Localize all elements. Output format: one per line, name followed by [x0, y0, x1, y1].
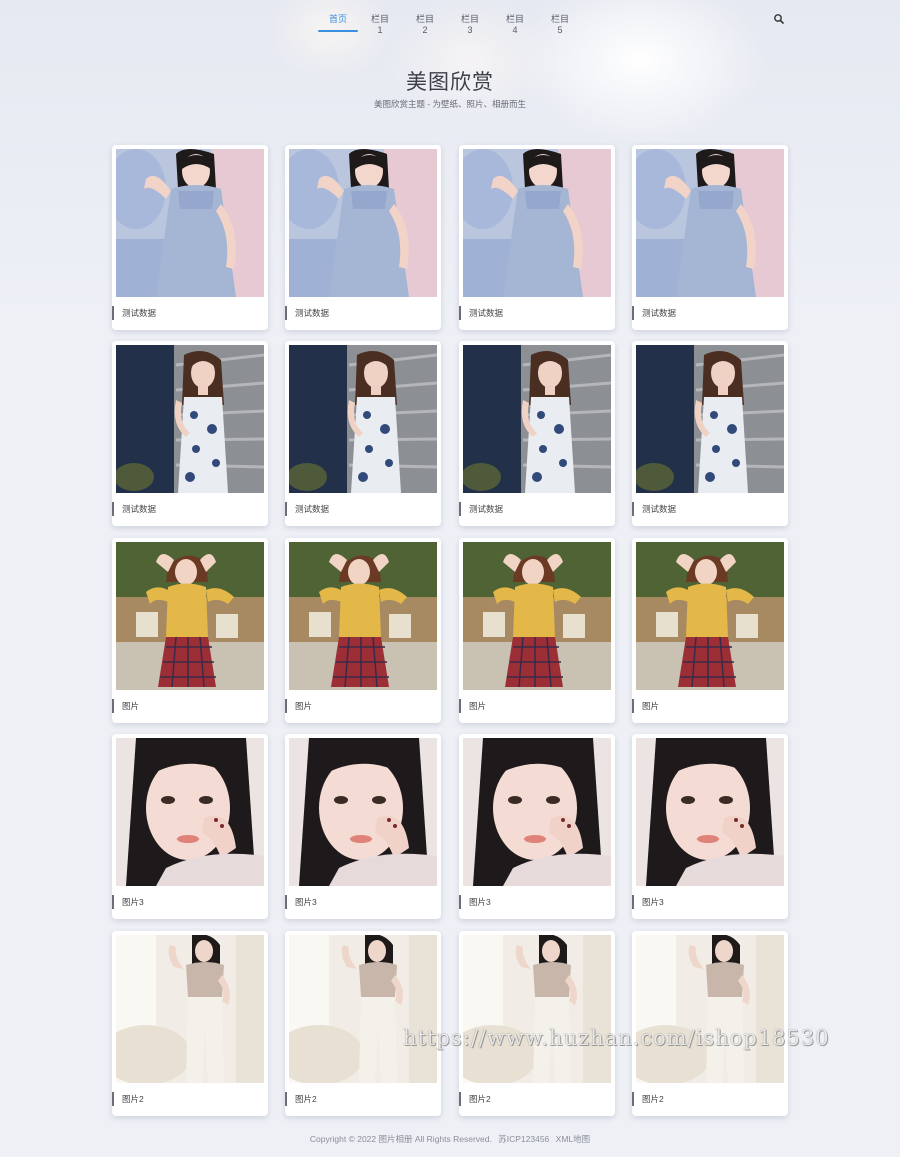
- top-navigation: 首页 栏目1 栏目2 栏目3 栏目4 栏目5: [0, 0, 900, 36]
- photo-caption[interactable]: 测试数据: [459, 502, 615, 516]
- photo-thumbnail[interactable]: [116, 738, 264, 886]
- search-icon: [774, 14, 784, 24]
- photo-thumbnail[interactable]: [116, 149, 264, 297]
- photo-thumbnail[interactable]: [636, 935, 784, 1083]
- photo-card[interactable]: 测试数据: [285, 341, 441, 526]
- photo-card[interactable]: 图片2: [632, 931, 788, 1116]
- photo-thumbnail[interactable]: [463, 738, 611, 886]
- photo-caption[interactable]: 图片: [112, 699, 268, 713]
- photo-thumbnail[interactable]: [289, 935, 437, 1083]
- footer-icp-link[interactable]: 苏ICP123456: [498, 1134, 549, 1144]
- photo-card[interactable]: 测试数据: [459, 341, 615, 526]
- photo-card[interactable]: 测试数据: [632, 145, 788, 330]
- photo-card[interactable]: 测试数据: [285, 145, 441, 330]
- photo-caption[interactable]: 图片3: [459, 895, 615, 909]
- photo-thumbnail[interactable]: [116, 542, 264, 690]
- photo-card[interactable]: 测试数据: [632, 341, 788, 526]
- photo-caption[interactable]: 测试数据: [632, 502, 788, 516]
- photo-thumbnail[interactable]: [289, 149, 437, 297]
- photo-thumbnail[interactable]: [636, 149, 784, 297]
- photo-thumbnail[interactable]: [463, 345, 611, 493]
- photo-caption[interactable]: 图片3: [285, 895, 441, 909]
- photo-caption[interactable]: 测试数据: [459, 306, 615, 320]
- photo-thumbnail[interactable]: [289, 345, 437, 493]
- photo-caption[interactable]: 测试数据: [285, 502, 441, 516]
- photo-caption[interactable]: 测试数据: [112, 502, 268, 516]
- photo-card[interactable]: 图片3: [285, 734, 441, 919]
- photo-thumbnail[interactable]: [116, 935, 264, 1083]
- photo-caption[interactable]: 图片2: [112, 1092, 268, 1106]
- photo-card[interactable]: 图片3: [632, 734, 788, 919]
- photo-caption[interactable]: 图片: [459, 699, 615, 713]
- photo-caption[interactable]: 图片2: [459, 1092, 615, 1106]
- photo-thumbnail[interactable]: [636, 738, 784, 886]
- photo-card[interactable]: 图片2: [285, 931, 441, 1116]
- photo-caption[interactable]: 测试数据: [112, 306, 268, 320]
- photo-card[interactable]: 图片2: [112, 931, 268, 1116]
- photo-thumbnail[interactable]: [463, 149, 611, 297]
- photo-card[interactable]: 图片3: [112, 734, 268, 919]
- photo-card[interactable]: 图片: [112, 538, 268, 723]
- photo-caption[interactable]: 测试数据: [632, 306, 788, 320]
- photo-card[interactable]: 测试数据: [459, 145, 615, 330]
- footer-copyright: Copyright © 2022 图片相册 All Rights Reserve…: [309, 1134, 492, 1144]
- photo-thumbnail[interactable]: [636, 345, 784, 493]
- nav-item-column3[interactable]: 栏目3: [459, 12, 481, 35]
- photo-caption[interactable]: 图片: [285, 699, 441, 713]
- watermark: https://www.huzhan.com/ishop18530: [403, 1026, 830, 1050]
- photo-thumbnail[interactable]: [636, 542, 784, 690]
- nav-item-column2[interactable]: 栏目2: [414, 12, 436, 35]
- photo-caption[interactable]: 测试数据: [285, 306, 441, 320]
- photo-thumbnail[interactable]: [116, 345, 264, 493]
- photo-thumbnail[interactable]: [289, 738, 437, 886]
- photo-card[interactable]: 测试数据: [112, 145, 268, 330]
- page-subtitle: 美图欣赏主题 - 为壁纸、照片、相册而生: [373, 99, 527, 109]
- nav-item-column1[interactable]: 栏目1: [369, 12, 391, 35]
- nav-item-column4[interactable]: 栏目4: [504, 12, 526, 35]
- photo-card[interactable]: 图片: [285, 538, 441, 723]
- photo-card[interactable]: 图片: [459, 538, 615, 723]
- photo-card[interactable]: 图片3: [459, 734, 615, 919]
- footer: Copyright © 2022 图片相册 All Rights Reserve…: [0, 1133, 900, 1145]
- photo-caption[interactable]: 图片2: [285, 1092, 441, 1106]
- photo-thumbnail[interactable]: [463, 542, 611, 690]
- photo-caption[interactable]: 图片3: [632, 895, 788, 909]
- nav-item-home[interactable]: 首页: [329, 12, 347, 32]
- footer-sitemap-link[interactable]: XML地图: [556, 1134, 590, 1144]
- photo-card[interactable]: 测试数据: [112, 341, 268, 526]
- photo-caption[interactable]: 图片2: [632, 1092, 788, 1106]
- photo-thumbnail[interactable]: [289, 542, 437, 690]
- search-button[interactable]: [773, 12, 785, 24]
- photo-caption[interactable]: 图片3: [112, 895, 268, 909]
- nav-item-column5[interactable]: 栏目5: [549, 12, 571, 35]
- photo-card[interactable]: 图片: [632, 538, 788, 723]
- photo-card[interactable]: 图片2: [459, 931, 615, 1116]
- photo-caption[interactable]: 图片: [632, 699, 788, 713]
- page-title: 美图欣赏: [406, 71, 494, 94]
- nav-active-indicator: [318, 30, 358, 32]
- photo-thumbnail[interactable]: [463, 935, 611, 1083]
